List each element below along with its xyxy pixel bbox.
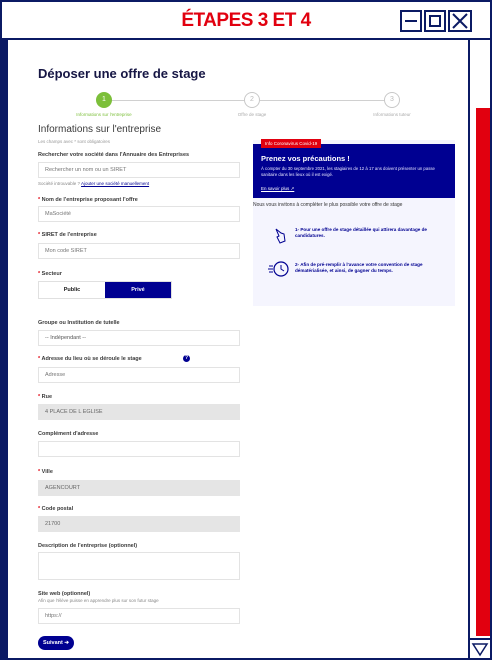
required-note: Les champs avec * sont obligatoires — [38, 139, 111, 144]
group-select[interactable]: -- Indépendant -- — [38, 330, 240, 346]
required-star: * — [38, 394, 41, 400]
street-input[interactable]: 4 PLACE DE L EGLISE — [38, 404, 240, 420]
siret-label: * SIRET de l'entreprise — [38, 232, 97, 238]
postal-input[interactable]: 21700 — [38, 516, 240, 532]
required-star: * — [38, 469, 41, 475]
company-name-label: * Nom de l'entreprise proposant l'offre — [38, 197, 138, 203]
search-hint-text: Société introuvable ? — [38, 181, 81, 186]
sector-public-option[interactable]: Public — [39, 282, 105, 298]
search-hint: Société introuvable ? Ajouter une sociét… — [38, 181, 149, 186]
minimize-icon[interactable] — [400, 10, 422, 32]
help-icon[interactable]: ? — [183, 355, 190, 362]
maximize-icon[interactable] — [424, 10, 446, 32]
address-input[interactable] — [38, 367, 240, 383]
step-2-circle: 2 — [244, 92, 260, 108]
group-label: Groupe ou Institution de tutelle — [38, 320, 120, 326]
sector-prive-option[interactable]: Privé — [105, 282, 171, 298]
required-star: * — [38, 506, 41, 512]
covid-title: Prenez vos précautions ! — [261, 154, 350, 163]
required-star: * — [38, 232, 41, 238]
required-star: * — [38, 197, 41, 203]
fast-clock-icon — [268, 259, 290, 284]
required-star: * — [38, 356, 41, 362]
company-name-input[interactable] — [38, 206, 240, 222]
add-company-link[interactable]: Ajouter une société manuellement — [81, 181, 149, 186]
step-1-circle: 1 — [96, 92, 112, 108]
company-name-label-text: Nom de l'entreprise proposant l'offre — [41, 197, 138, 203]
stepper: 1 2 3 Informations sur l'entreprise Offr… — [38, 92, 458, 122]
tip-1-text: 1- Pour une offre de stage détaillée qui… — [295, 227, 427, 238]
complement-label: Complément d'adresse — [38, 431, 99, 437]
scroll-down-icon[interactable] — [470, 638, 490, 658]
siret-label-text: SIRET de l'entreprise — [41, 232, 97, 238]
website-label: Site web (optionnel) — [38, 591, 91, 597]
website-hint: Afin que l'élève puisse en apprendre plu… — [38, 598, 159, 603]
title-bar: ÉTAPES 3 ET 4 — [2, 2, 490, 40]
street-label: * Rue — [38, 394, 52, 400]
left-accent-bar — [2, 40, 8, 658]
sector-toggle: Public Privé — [38, 281, 172, 299]
step-connector — [112, 100, 244, 101]
city-label: * Ville — [38, 469, 53, 475]
main-content: Déposer une offre de stage 1 2 3 Informa… — [10, 44, 466, 656]
sector-label: * Secteur — [38, 271, 62, 277]
address-label-text: Adresse du lieu où se déroule le stage — [41, 356, 142, 362]
company-search-input[interactable] — [38, 162, 240, 178]
covid-banner: Info Coronavirus Covid-19 Prenez vos pré… — [253, 139, 455, 198]
required-star: * — [38, 271, 41, 277]
street-label-text: Rue — [41, 394, 53, 400]
postal-label: * Code postal — [38, 506, 73, 512]
siret-input[interactable] — [38, 243, 240, 259]
next-button[interactable]: Suivant ➔ — [38, 636, 74, 650]
postal-label-text: Code postal — [41, 506, 74, 512]
covid-more-link[interactable]: En savoir plus ↗ — [261, 186, 294, 192]
website-input[interactable] — [38, 608, 240, 624]
covid-text: À compter du 30 septembre 2021, les stag… — [261, 166, 435, 177]
search-label: Rechercher votre société dans l'Annuaire… — [38, 152, 190, 158]
step-3-circle: 3 — [384, 92, 400, 108]
complement-input[interactable] — [38, 441, 240, 457]
section-title: Informations sur l'entreprise — [38, 124, 162, 135]
step-3-label: Informations tuteur — [373, 112, 411, 117]
invite-text: Nous vous invitons à compléter le plus p… — [253, 202, 403, 208]
pointer-hand-icon — [272, 227, 288, 250]
close-icon[interactable] — [448, 10, 472, 32]
tip-2-text: 2- Afin de pré-remplir à l'avance votre … — [295, 262, 423, 273]
description-label: Description de l'entreprise (optionnel) — [38, 543, 138, 549]
city-label-text: Ville — [41, 469, 53, 475]
city-input[interactable]: AGENCOURT — [38, 480, 240, 496]
page-title: Déposer une offre de stage — [38, 66, 206, 81]
red-panel — [476, 108, 490, 636]
description-textarea[interactable] — [38, 552, 240, 580]
address-label: * Adresse du lieu où se déroule le stage — [38, 356, 142, 362]
sector-label-text: Secteur — [41, 271, 62, 277]
covid-tag: Info Coronavirus Covid-19 — [261, 139, 322, 148]
step-2-label: Offre de stage — [237, 112, 267, 117]
side-scrollbar[interactable] — [468, 40, 490, 658]
step-1-label: Informations sur l'entreprise — [76, 112, 132, 117]
step-connector — [260, 100, 392, 101]
